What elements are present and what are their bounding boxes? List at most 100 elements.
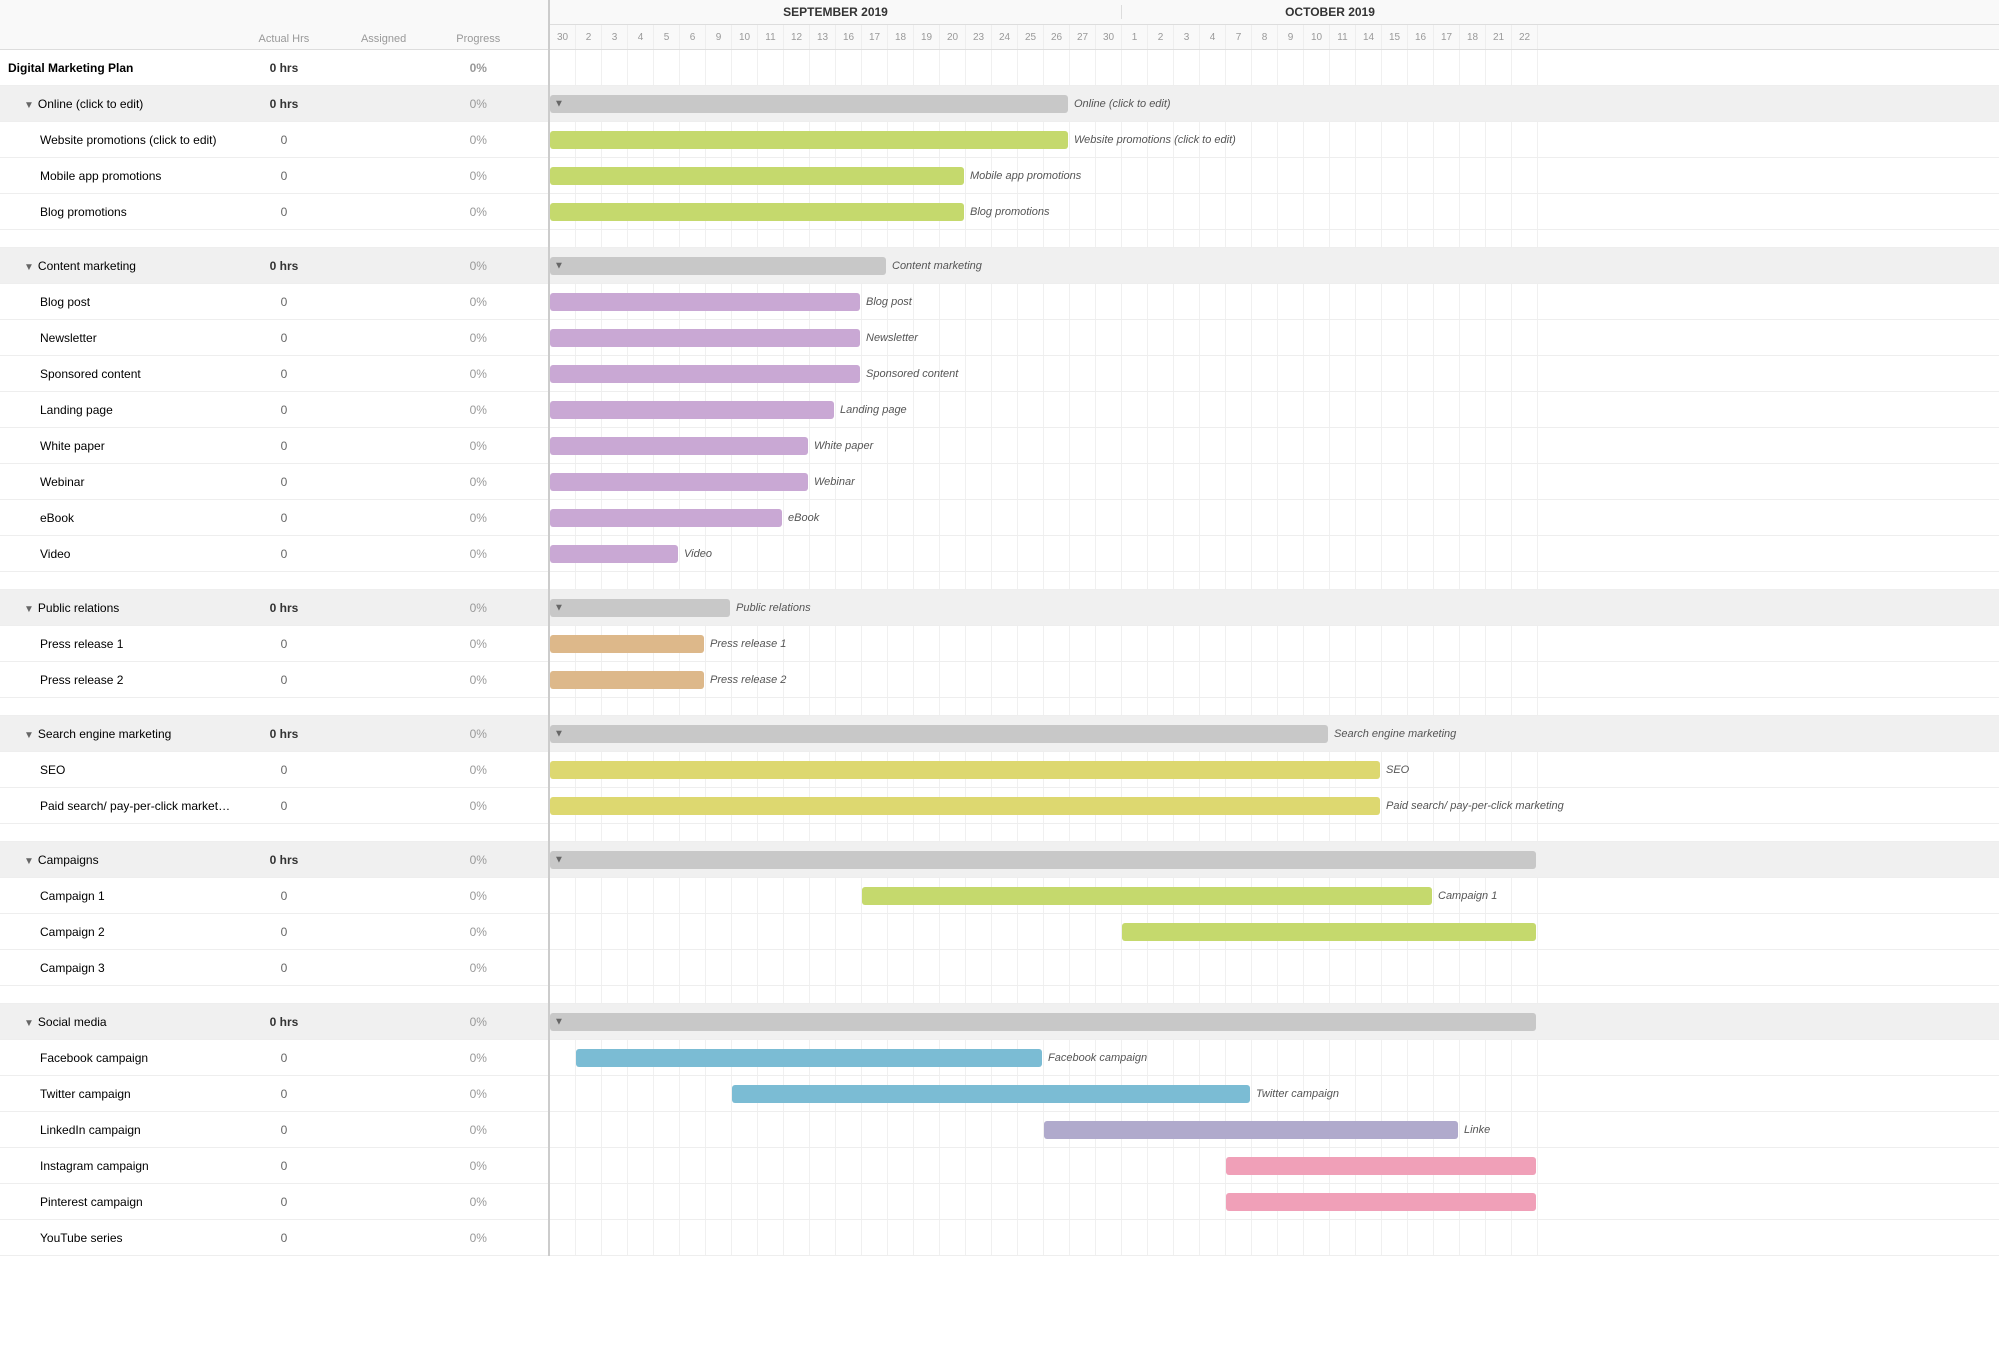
task-assigned-website [329, 136, 439, 144]
task-row-seo[interactable]: SEO 0 0% [0, 752, 548, 788]
task-assigned-seo [329, 766, 439, 774]
task-row-blogpost[interactable]: Blog post 0 0% [0, 284, 548, 320]
task-row-video[interactable]: Video 0 0% [0, 536, 548, 572]
task-row-linkedin[interactable]: LinkedIn campaign 0 0% [0, 1112, 548, 1148]
col-header-task [0, 41, 239, 49]
gantt-row-press1: Press release 1 [550, 626, 1999, 662]
task-assigned-camp2 [329, 928, 439, 936]
task-row-mobile[interactable]: Mobile app promotions 0 0% [0, 158, 548, 194]
gantt-header: SEPTEMBER 2019 OCTOBER 2019 302345691011… [550, 0, 1999, 50]
gantt-row-spacer1 [550, 230, 1999, 248]
gantt-row-seo: SEO [550, 752, 1999, 788]
task-row-content[interactable]: ▼Content marketing 0 hrs 0% [0, 248, 548, 284]
task-assigned-press1 [329, 640, 439, 648]
task-assigned-ebook [329, 514, 439, 522]
col-header-actual: Actual Hrs [239, 29, 329, 49]
task-row-paid[interactable]: Paid search/ pay-per-click marketing 0 0… [0, 788, 548, 824]
task-row-sponsored[interactable]: Sponsored content 0 0% [0, 356, 548, 392]
task-assigned-video [329, 550, 439, 558]
task-name-linkedin: LinkedIn campaign [0, 1119, 239, 1141]
task-assigned-facebook [329, 1054, 439, 1062]
gantt-row-spacer5 [550, 986, 1999, 1004]
task-row-pinterest[interactable]: Pinterest campaign 0 0% [0, 1184, 548, 1220]
gantt-row-linkedin: Linke [550, 1112, 1999, 1148]
task-name-website: Website promotions (click to edit) [0, 129, 239, 151]
task-actual-seo: 0 [239, 759, 329, 781]
task-progress-online: 0% [438, 93, 518, 115]
task-row-ebook[interactable]: eBook 0 0% [0, 500, 548, 536]
task-actual-website: 0 [239, 129, 329, 151]
task-row-camp2[interactable]: Campaign 2 0 0% [0, 914, 548, 950]
task-progress-whitepaper: 0% [438, 435, 518, 457]
task-assigned-blog [329, 208, 439, 216]
task-assigned-camp1 [329, 892, 439, 900]
task-row-website[interactable]: Website promotions (click to edit) 0 0% [0, 122, 548, 158]
task-row-youtube[interactable]: YouTube series 0 0% [0, 1220, 548, 1256]
task-progress-camp1: 0% [438, 885, 518, 907]
task-actual-online: 0 hrs [239, 93, 329, 115]
task-assigned-main [329, 64, 439, 72]
task-name-facebook: Facebook campaign [0, 1047, 239, 1069]
task-actual-paid: 0 [239, 795, 329, 817]
gantt-rows: Online (click to edit)▼Website promotion… [550, 50, 1999, 1256]
task-row-sem[interactable]: ▼Search engine marketing 0 hrs 0% [0, 716, 548, 752]
task-actual-press2: 0 [239, 669, 329, 691]
task-name-instagram: Instagram campaign [0, 1155, 239, 1177]
task-assigned-paid [329, 802, 439, 810]
gantt-row-webinar: Webinar [550, 464, 1999, 500]
task-progress-facebook: 0% [438, 1047, 518, 1069]
task-actual-pinterest: 0 [239, 1191, 329, 1213]
task-actual-blog: 0 [239, 201, 329, 223]
task-progress-pinterest: 0% [438, 1191, 518, 1213]
task-row-online[interactable]: ▼Online (click to edit) 0 hrs 0% [0, 86, 548, 122]
task-assigned-blogpost [329, 298, 439, 306]
task-name-sem: ▼Search engine marketing [0, 723, 239, 745]
task-row-newsletter[interactable]: Newsletter 0 0% [0, 320, 548, 356]
task-assigned-landing [329, 406, 439, 414]
task-actual-camp2: 0 [239, 921, 329, 943]
task-row-blog[interactable]: Blog promotions 0 0% [0, 194, 548, 230]
task-row-campaigns[interactable]: ▼Campaigns 0 hrs 0% [0, 842, 548, 878]
task-row-press2[interactable]: Press release 2 0 0% [0, 662, 548, 698]
task-row-instagram[interactable]: Instagram campaign 0 0% [0, 1148, 548, 1184]
task-name-blog: Blog promotions [0, 201, 239, 223]
gantt-row-blog: Blog promotions [550, 194, 1999, 230]
task-actual-social: 0 hrs [239, 1011, 329, 1033]
gantt-row-camp3 [550, 950, 1999, 986]
task-row-main[interactable]: Digital Marketing Plan 0 hrs 0% [0, 50, 548, 86]
task-row-press1[interactable]: Press release 1 0 0% [0, 626, 548, 662]
task-row-camp3[interactable]: Campaign 3 0 0% [0, 950, 548, 986]
gantt-row-facebook: Facebook campaign [550, 1040, 1999, 1076]
task-progress-sem: 0% [438, 723, 518, 745]
task-row-camp1[interactable]: Campaign 1 0 0% [0, 878, 548, 914]
task-name-online: ▼Online (click to edit) [0, 93, 239, 115]
task-actual-webinar: 0 [239, 471, 329, 493]
gantt-row-camp1: Campaign 1 [550, 878, 1999, 914]
task-row-landing[interactable]: Landing page 0 0% [0, 392, 548, 428]
task-row-social[interactable]: ▼Social media 0 hrs 0% [0, 1004, 548, 1040]
task-assigned-youtube [329, 1234, 439, 1242]
task-progress-webinar: 0% [438, 471, 518, 493]
task-progress-campaigns: 0% [438, 849, 518, 871]
task-progress-newsletter: 0% [438, 327, 518, 349]
task-assigned-pr [329, 604, 439, 612]
task-row-whitepaper[interactable]: White paper 0 0% [0, 428, 548, 464]
gantt-row-video: Video [550, 536, 1999, 572]
task-row-spacer2 [0, 572, 548, 590]
gantt-row-campaigns: ▼ [550, 842, 1999, 878]
task-row-pr[interactable]: ▼Public relations 0 hrs 0% [0, 590, 548, 626]
task-progress-ebook: 0% [438, 507, 518, 529]
col-header-assigned: Assigned [329, 29, 439, 49]
gantt-row-press2: Press release 2 [550, 662, 1999, 698]
task-row-webinar[interactable]: Webinar 0 0% [0, 464, 548, 500]
task-progress-instagram: 0% [438, 1155, 518, 1177]
task-assigned-linkedin [329, 1126, 439, 1134]
task-name-pinterest: Pinterest campaign [0, 1191, 239, 1213]
task-row-twitter[interactable]: Twitter campaign 0 0% [0, 1076, 548, 1112]
gantt-row-instagram [550, 1148, 1999, 1184]
task-name-mobile: Mobile app promotions [0, 165, 239, 187]
task-row-facebook[interactable]: Facebook campaign 0 0% [0, 1040, 548, 1076]
task-assigned-sem [329, 730, 439, 738]
col-header-progress: Progress [438, 29, 518, 49]
task-row-spacer4 [0, 824, 548, 842]
